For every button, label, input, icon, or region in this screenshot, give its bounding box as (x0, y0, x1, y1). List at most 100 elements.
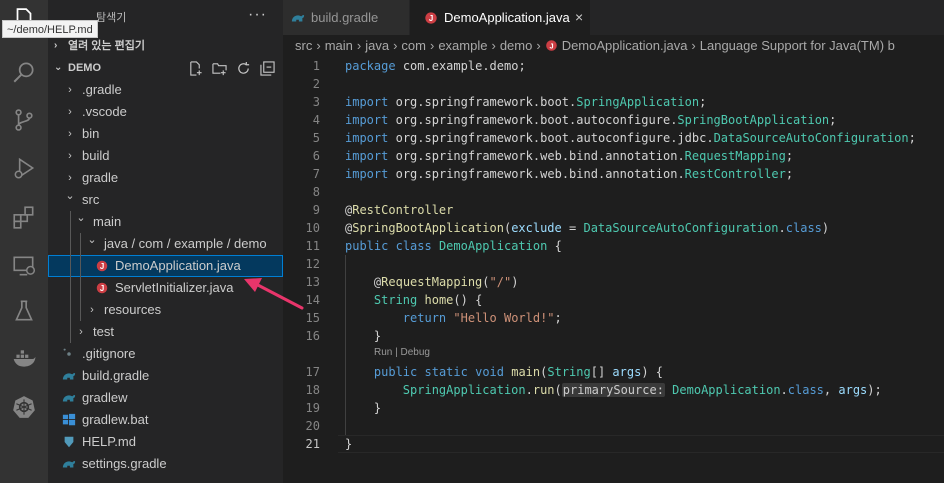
breadcrumb-item[interactable]: example (438, 35, 487, 57)
code-text: return "Hello World!"; (402, 311, 562, 325)
svg-text:J: J (100, 284, 104, 293)
code-line[interactable]: 12 (283, 255, 944, 273)
code-editor[interactable]: 1 package com.example.demo; 2 3 import org.s… (283, 57, 944, 483)
gitignore-icon (62, 347, 76, 361)
code-line[interactable]: 8 (283, 183, 944, 201)
code-line[interactable]: 6 import org.springframework.web.bind.ann… (283, 147, 944, 165)
tree-file[interactable]: HELP.md (48, 431, 283, 453)
code-text: String home() { (373, 293, 483, 307)
tree-folder[interactable]: › gradle (48, 167, 283, 189)
tree-file[interactable]: gradlew (48, 387, 283, 409)
code-line[interactable]: 21} (283, 435, 944, 453)
breadcrumb-item[interactable]: Language Support for Java(TM) b (700, 35, 895, 57)
tree-label: resources (104, 302, 162, 317)
docker-icon[interactable] (10, 345, 38, 373)
tree-folder[interactable]: ⌄ main (48, 211, 283, 233)
code-line[interactable]: 19 } (283, 399, 944, 417)
breadcrumb-item[interactable]: DemoApplication.java (562, 35, 688, 57)
tree-folder[interactable]: › build (48, 145, 283, 167)
tree-folder[interactable]: ⌄ java / com / example / demo (48, 233, 283, 255)
refresh-icon[interactable] (234, 59, 252, 77)
run-debug-icon[interactable] (10, 154, 38, 182)
tree-folder[interactable]: › .vscode (48, 101, 283, 123)
svg-text:J: J (549, 41, 553, 50)
line-number: 6 (312, 149, 320, 163)
tree-label: bin (82, 126, 100, 141)
new-folder-icon[interactable] (210, 59, 228, 77)
tree-file[interactable]: gradlew.bat (48, 409, 283, 431)
source-control-icon[interactable] (10, 106, 38, 134)
code-line[interactable]: 17 public static void main(String[] args… (283, 363, 944, 381)
chevron-down-icon: ⌄ (76, 212, 86, 224)
testing-icon[interactable] (10, 297, 38, 325)
tab-demo-application[interactable]: J DemoApplication.java × (410, 0, 590, 35)
breadcrumb-item[interactable]: src (295, 35, 312, 57)
chevron-right-icon: › (79, 326, 83, 338)
line-number: 7 (312, 167, 320, 181)
tab-build-gradle[interactable]: build.gradle (283, 0, 409, 35)
code-text: package com.example.demo; (345, 59, 526, 73)
code-line[interactable]: 9 @RestController (283, 201, 944, 219)
project-label: DEMO (68, 62, 101, 74)
tree-label: .gitignore (82, 346, 136, 361)
code-line[interactable]: 14 String home() { (283, 291, 944, 309)
kubernetes-icon[interactable] (10, 393, 38, 421)
line-number: 11 (305, 239, 320, 253)
breadcrumb-separator: › (393, 38, 398, 53)
tree-file[interactable]: build.gradle (48, 365, 283, 387)
remote-explorer-icon[interactable] (10, 252, 38, 280)
code-line[interactable]: 18 SpringApplication.run(primarySource: … (283, 381, 944, 399)
new-file-icon[interactable] (186, 59, 204, 77)
markdown-icon (62, 435, 76, 449)
breadcrumb: src › main › java › com › example › demo › J DemoAppl… (283, 35, 944, 57)
svg-text:J: J (100, 262, 104, 271)
tree-file[interactable]: settings.gradle (48, 453, 283, 475)
tree-label: gradlew (82, 390, 128, 405)
line-number: 5 (312, 131, 320, 145)
codelens-run-debug[interactable]: Run | Debug (374, 346, 430, 360)
chevron-down-icon: ⌄ (87, 234, 97, 246)
code-line[interactable]: 11 public class DemoApplication { (283, 237, 944, 255)
breadcrumb-item[interactable]: demo (500, 35, 533, 57)
tree-folder[interactable]: › bin (48, 123, 283, 145)
code-text: } (373, 401, 382, 415)
breadcrumb-item[interactable]: main (325, 35, 353, 57)
search-icon[interactable] (10, 58, 38, 86)
code-text: import org.springframework.web.bind.anno… (345, 149, 794, 163)
code-line[interactable]: 5 import org.springframework.boot.autocon… (283, 129, 944, 147)
chevron-right-icon: › (68, 106, 72, 118)
extensions-icon[interactable] (10, 203, 38, 231)
tree-label: ServletInitializer.java (115, 280, 234, 295)
path-tooltip: ~/demo/HELP.md (2, 20, 98, 38)
code-line[interactable]: 3 import org.springframework.boot.SpringA… (283, 93, 944, 111)
code-line[interactable]: 15 return "Hello World!"; (283, 309, 944, 327)
breadcrumb-item[interactable]: com (401, 35, 426, 57)
tab-label: DemoApplication.java (444, 10, 570, 25)
code-line[interactable]: 10 @SpringBootApplication(exclude = DataS… (283, 219, 944, 237)
line-number: 16 (305, 329, 320, 343)
close-icon[interactable]: × (575, 0, 583, 35)
code-text: import org.springframework.boot.autoconf… (345, 113, 837, 127)
code-line[interactable]: 20 (283, 417, 944, 435)
tree-folder[interactable]: › test (48, 321, 283, 343)
code-line[interactable]: 13 @RequestMapping("/") (283, 273, 944, 291)
gradle-icon (62, 457, 76, 471)
collapse-all-icon[interactable] (258, 59, 276, 77)
chevron-right-icon: › (90, 304, 94, 316)
java-icon: J (545, 37, 558, 57)
tree-file[interactable]: .gitignore (48, 343, 283, 365)
java-icon: J (95, 259, 109, 273)
code-line[interactable]: 4 import org.springframework.boot.autocon… (283, 111, 944, 129)
code-line[interactable]: 1 package com.example.demo; (283, 57, 944, 75)
code-line[interactable]: 2 (283, 75, 944, 93)
tree-label: gradlew.bat (82, 412, 149, 427)
breadcrumb-item[interactable]: java (365, 35, 389, 57)
code-line[interactable]: 7 import org.springframework.web.bind.ann… (283, 165, 944, 183)
tree-folder[interactable]: › .gradle (48, 79, 283, 101)
code-line[interactable]: 16 } (283, 327, 944, 345)
java-icon: J (425, 12, 437, 24)
tab-bar: build.gradle J DemoApplication.java × (283, 0, 944, 35)
gradle-icon (291, 15, 305, 22)
tab-label: build.gradle (311, 10, 379, 25)
more-actions-icon[interactable]: ··· (248, 6, 267, 24)
